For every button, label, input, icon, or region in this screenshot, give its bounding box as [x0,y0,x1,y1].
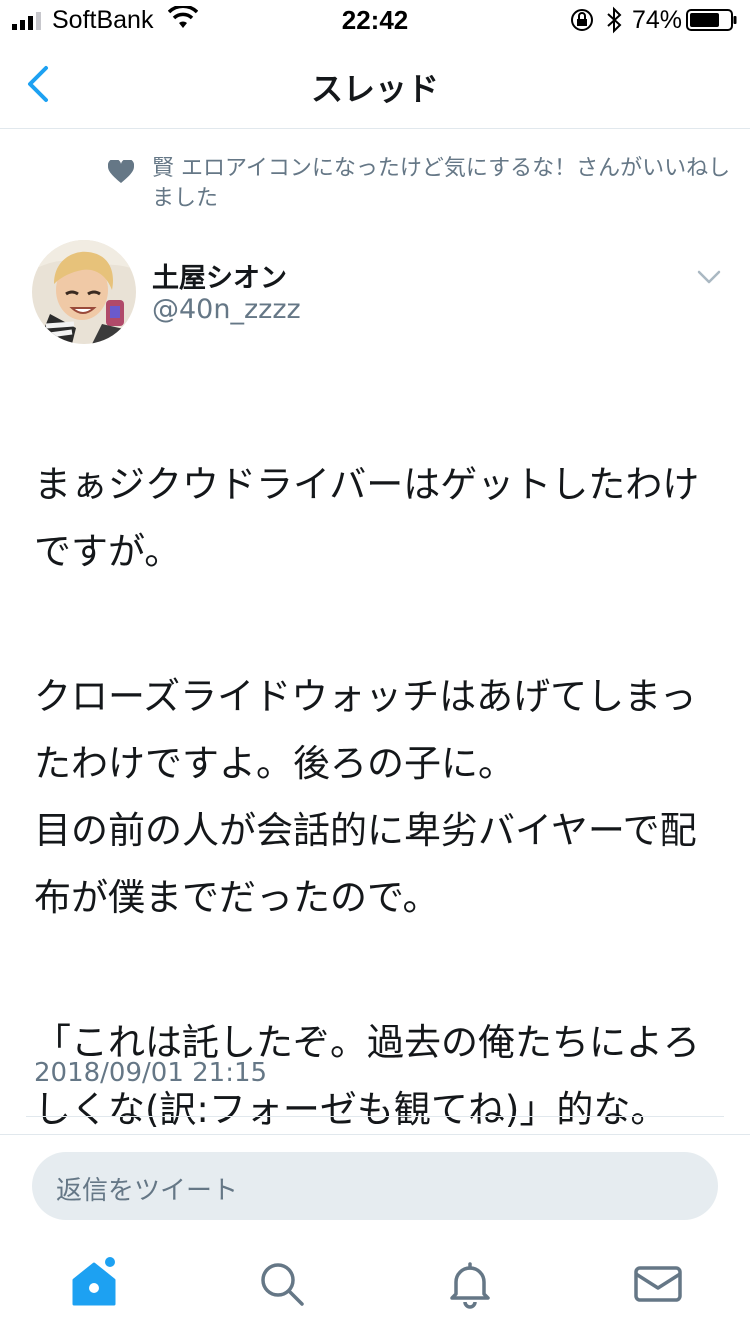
tweet-options-button[interactable] [694,262,724,292]
tweet-paragraph: まぁジクウドライバーはゲットしたわけですが。 [34,463,700,573]
avatar[interactable] [32,240,136,344]
battery-icon [686,9,737,31]
liked-by-text[interactable]: 賢 エロアイコンになったけど気にするな！さんがいいねしました [152,154,732,214]
bluetooth-icon [607,6,622,34]
nav-bar: スレッド [0,40,750,129]
reply-input[interactable]: 返信をツイート [32,1152,718,1220]
tweet-paragraph: クローズライドウォッチはあげてしまったわけですよ。後ろの子に。 目の前の人が会話… [34,675,697,919]
home-icon [72,1257,116,1306]
reply-placeholder: 返信をツイート [56,1176,239,1206]
tab-home[interactable] [68,1256,124,1312]
divider [26,1116,724,1117]
chevron-down-icon [697,270,721,284]
search-icon [261,1263,304,1306]
tweet-timestamp: 2018/09/01 21:15 [34,1058,268,1088]
bell-icon [450,1262,490,1309]
chevron-left-icon [28,66,48,102]
orientation-lock-icon [571,9,593,31]
tab-notifications[interactable] [442,1256,498,1312]
avatar-image [32,240,136,344]
heart-icon [108,160,134,183]
envelope-icon [634,1266,682,1302]
author-name[interactable]: 土屋シオン [152,256,287,295]
tweet-text: まぁジクウドライバーはゲットしたわけですが。 クローズライドウォッチはあげてしま… [34,384,724,1221]
page-title: スレッド [310,70,439,108]
divider [0,1134,750,1135]
tab-messages[interactable] [630,1256,686,1312]
status-bar: SoftBank 22:42 74% [0,0,750,40]
author-handle[interactable]: @40n_zzzz [152,294,301,325]
back-button[interactable] [20,64,60,104]
battery-percent: 74% [632,6,683,34]
tab-search[interactable] [254,1256,310,1312]
